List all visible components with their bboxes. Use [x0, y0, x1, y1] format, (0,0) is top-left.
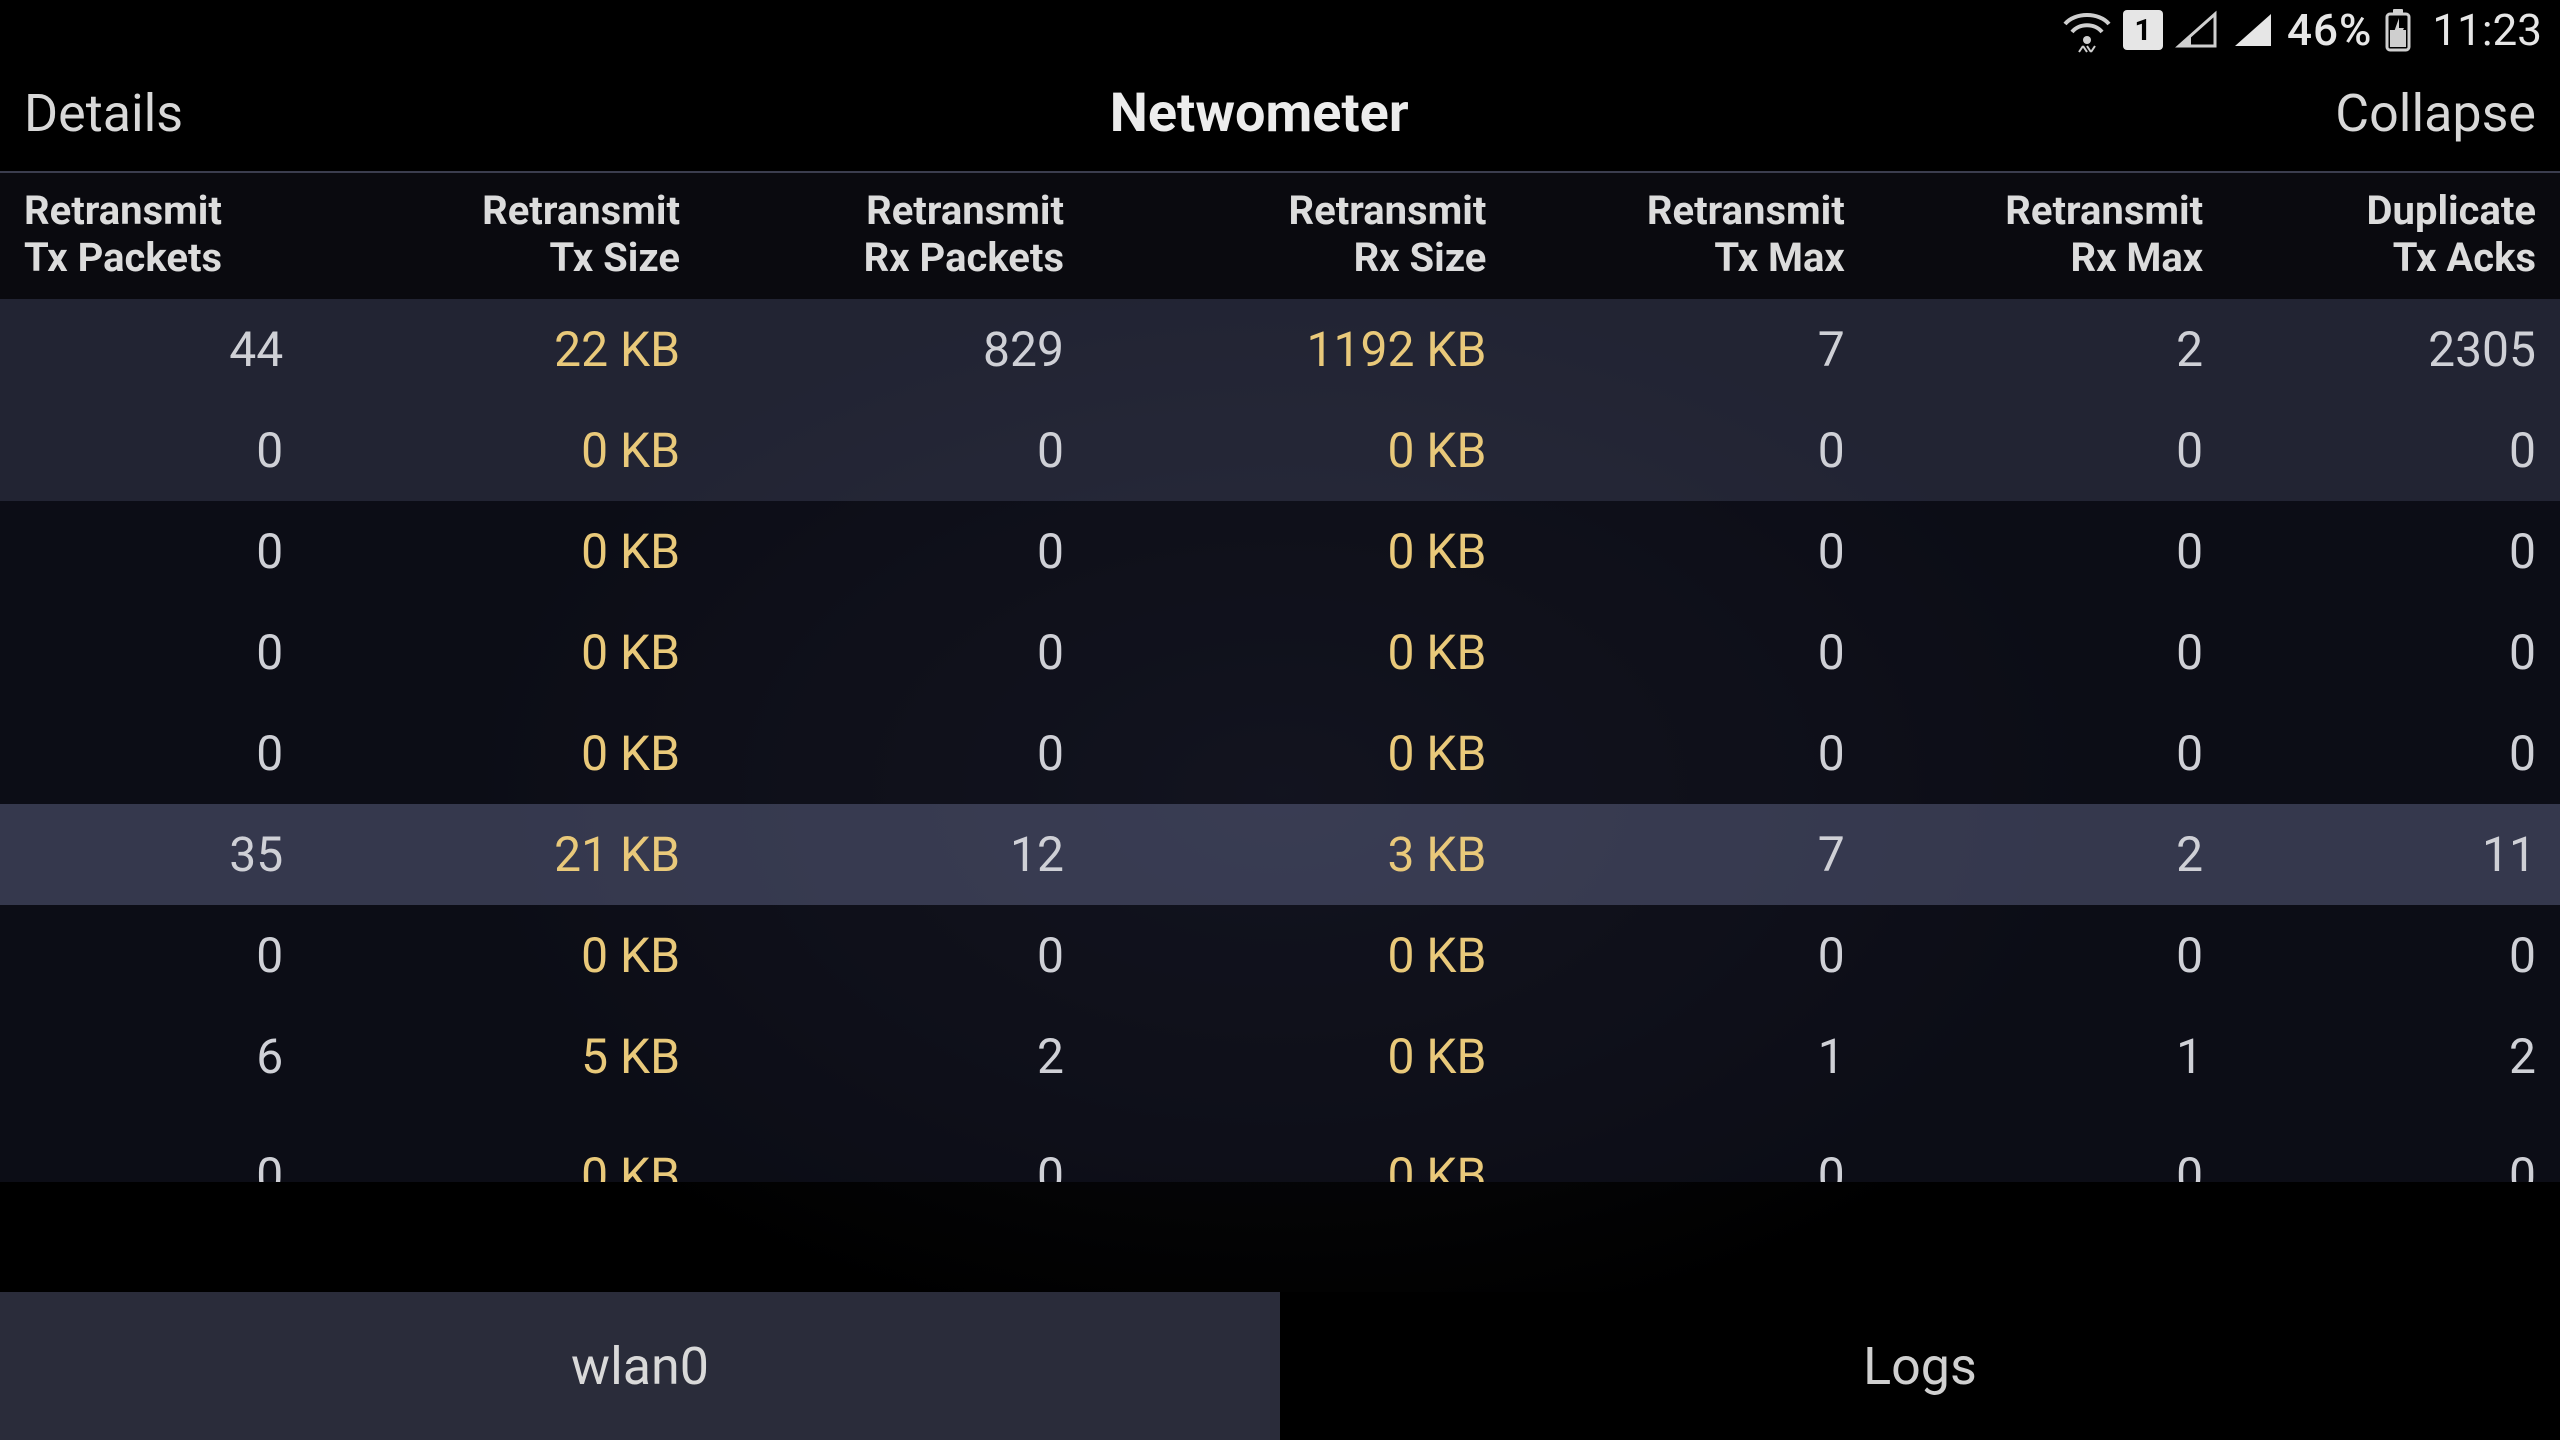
collapse-button[interactable]: Collapse: [2335, 83, 2536, 144]
table-cell: 0: [704, 501, 1088, 602]
table-cell: 0 KB: [307, 400, 704, 501]
table-cell: 0 KB: [307, 905, 704, 1006]
table-body: 4422 KB8291192 KB72230500 KB00 KB00000 K…: [0, 299, 2560, 1182]
table-row[interactable]: 4422 KB8291192 KB722305: [0, 299, 2560, 400]
table-cell: 0: [1869, 602, 2227, 703]
signal-full-icon: [2231, 10, 2275, 50]
details-button[interactable]: Details: [24, 83, 183, 144]
table-cell: 44: [0, 299, 307, 400]
table-cell: 2: [1869, 299, 2227, 400]
table-cell: 0: [0, 501, 307, 602]
table-cell: 0: [0, 400, 307, 501]
table-cell: 0: [2227, 602, 2560, 703]
table-cell: 0: [1869, 905, 2227, 1006]
table-cell: 0 KB: [307, 602, 704, 703]
table-cell: 5 KB: [307, 1006, 704, 1107]
table-cell: 2: [1869, 804, 2227, 905]
wifi-arrows-icon: [2063, 10, 2111, 50]
table-cell: 7: [1510, 299, 1868, 400]
col-header: RetransmitRx Packets: [704, 173, 1088, 299]
table-cell: 21 KB: [307, 804, 704, 905]
table-cell: 1: [1510, 1006, 1868, 1107]
table-cell: 0 KB: [1088, 602, 1510, 703]
table-cell: 829: [704, 299, 1088, 400]
table-row[interactable]: 00 KB00 KB000: [0, 703, 2560, 804]
table-cell: 0: [704, 1107, 1088, 1182]
table-cell: 0: [0, 703, 307, 804]
table-cell: 0: [1869, 703, 2227, 804]
tab-wlan0[interactable]: wlan0: [0, 1292, 1280, 1440]
table-cell: 12: [704, 804, 1088, 905]
table-cell: 35: [0, 804, 307, 905]
table-cell: 0: [704, 400, 1088, 501]
table-header-row: RetransmitTx PacketsRetransmitTx SizeRet…: [0, 173, 2560, 299]
table-cell: 6: [0, 1006, 307, 1107]
sim-1-badge: 1: [2123, 10, 2163, 50]
table-row[interactable]: 00 KB00 KB000: [0, 1107, 2560, 1182]
table-cell: 0: [0, 905, 307, 1006]
table-cell: 0: [704, 602, 1088, 703]
table-cell: 0 KB: [1088, 1107, 1510, 1182]
table-cell: 0 KB: [1088, 703, 1510, 804]
table-cell: 0 KB: [1088, 501, 1510, 602]
header: Details Netwometer Collapse: [0, 60, 2560, 171]
battery-charging-icon: [2384, 8, 2412, 52]
table-cell: 2305: [2227, 299, 2560, 400]
table-cell: 0: [1510, 400, 1868, 501]
table-cell: 3 KB: [1088, 804, 1510, 905]
col-header: RetransmitTx Max: [1510, 173, 1868, 299]
col-header: RetransmitTx Packets: [0, 173, 307, 299]
table-cell: 0 KB: [1088, 1006, 1510, 1107]
table-cell: 0: [2227, 703, 2560, 804]
table-cell: 1192 KB: [1088, 299, 1510, 400]
signal-empty-icon: [2175, 10, 2219, 50]
table-cell: 1: [1869, 1006, 2227, 1107]
table-cell: 0: [2227, 400, 2560, 501]
table-cell: 7: [1510, 804, 1868, 905]
clock: 11:23: [2432, 4, 2542, 56]
table-cell: 0: [1510, 501, 1868, 602]
table-cell: 0: [1869, 1107, 2227, 1182]
stats-table-wrap[interactable]: RetransmitTx PacketsRetransmitTx SizeRet…: [0, 173, 2560, 1440]
table-cell: 2: [704, 1006, 1088, 1107]
table-cell: 0: [1869, 400, 2227, 501]
table-cell: 0: [0, 1107, 307, 1182]
table-cell: 0 KB: [1088, 905, 1510, 1006]
table-cell: 0: [704, 703, 1088, 804]
table-cell: 0: [1869, 501, 2227, 602]
app-title: Netwometer: [1110, 82, 1409, 145]
col-header: RetransmitRx Size: [1088, 173, 1510, 299]
tab-logs[interactable]: Logs: [1280, 1292, 2560, 1440]
battery-percent: 46%: [2287, 4, 2372, 56]
col-header: RetransmitTx Size: [307, 173, 704, 299]
table-row[interactable]: 00 KB00 KB000: [0, 501, 2560, 602]
table-row[interactable]: 00 KB00 KB000: [0, 400, 2560, 501]
table-cell: 0: [2227, 501, 2560, 602]
table-cell: 0: [2227, 1107, 2560, 1182]
table-cell: 0: [0, 602, 307, 703]
table-cell: 0 KB: [1088, 400, 1510, 501]
bottom-tabs: wlan0 Logs: [0, 1292, 2560, 1440]
table-cell: 22 KB: [307, 299, 704, 400]
table-row[interactable]: 00 KB00 KB000: [0, 905, 2560, 1006]
table-cell: 11: [2227, 804, 2560, 905]
table-cell: 0: [2227, 905, 2560, 1006]
table-cell: 2: [2227, 1006, 2560, 1107]
table-cell: 0: [1510, 703, 1868, 804]
table-cell: 0: [1510, 602, 1868, 703]
status-bar: 1 46% 11:23: [0, 0, 2560, 60]
table-cell: 0: [704, 905, 1088, 1006]
table-cell: 0 KB: [307, 703, 704, 804]
stats-table: RetransmitTx PacketsRetransmitTx SizeRet…: [0, 173, 2560, 1182]
table-cell: 0: [1510, 905, 1868, 1006]
col-header: DuplicateTx Acks: [2227, 173, 2560, 299]
table-cell: 0 KB: [307, 501, 704, 602]
table-row[interactable]: 65 KB20 KB112: [0, 1006, 2560, 1107]
col-header: RetransmitRx Max: [1869, 173, 2227, 299]
table-row[interactable]: 00 KB00 KB000: [0, 602, 2560, 703]
table-cell: 0 KB: [307, 1107, 704, 1182]
table-cell: 0: [1510, 1107, 1868, 1182]
table-row[interactable]: 3521 KB123 KB7211: [0, 804, 2560, 905]
